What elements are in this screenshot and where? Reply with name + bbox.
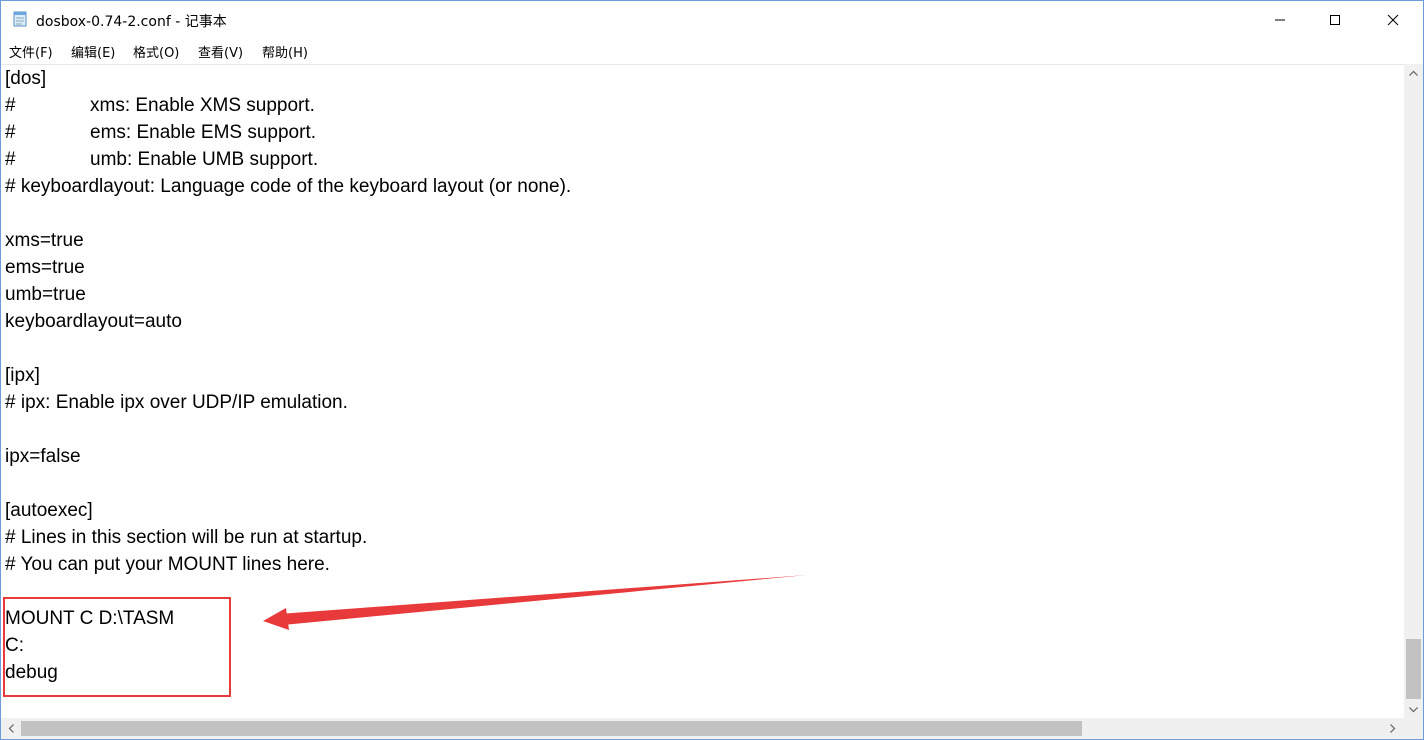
vertical-scrollbar[interactable] <box>1404 64 1423 718</box>
menu-bar: 文件(F) 编辑(E) 格式(O) 查看(V) 帮助(H) <box>1 38 1423 64</box>
menu-view[interactable]: 查看(V) <box>198 42 243 61</box>
horizontal-scroll-thumb[interactable] <box>21 721 1082 736</box>
chevron-left-icon <box>8 724 14 733</box>
scroll-right-button[interactable] <box>1383 720 1402 737</box>
notepad-window: dosbox-0.74-2.conf - 记事本 文件(F) 编辑(E) 格式(… <box>0 0 1424 740</box>
chevron-up-icon <box>1409 70 1418 76</box>
minimize-button[interactable] <box>1251 1 1309 38</box>
notepad-icon <box>13 11 27 27</box>
vertical-scroll-thumb[interactable] <box>1406 639 1421 699</box>
horizontal-scrollbar[interactable] <box>1 718 1404 739</box>
close-icon <box>1387 14 1399 25</box>
minimize-icon <box>1275 19 1285 20</box>
chevron-right-icon <box>1389 724 1395 733</box>
menu-file[interactable]: 文件(F) <box>9 42 53 61</box>
maximize-icon <box>1330 14 1340 25</box>
chevron-down-icon <box>1409 706 1418 712</box>
text-editor[interactable]: [dos] # xms: Enable XMS support. # ems: En… <box>1 64 1404 719</box>
maximize-button[interactable] <box>1306 1 1364 38</box>
close-button[interactable] <box>1364 1 1422 38</box>
scroll-up-button[interactable] <box>1404 64 1423 81</box>
scroll-down-button[interactable] <box>1404 701 1423 718</box>
annotation-arrow <box>263 575 807 630</box>
window-title: dosbox-0.74-2.conf - 记事本 <box>36 14 227 30</box>
scroll-left-button[interactable] <box>1 720 20 737</box>
scrollbar-corner <box>1404 718 1423 739</box>
menu-help[interactable]: 帮助(H) <box>262 42 308 61</box>
annotation-arrow-head <box>263 608 289 630</box>
menu-format[interactable]: 格式(O) <box>133 42 179 61</box>
menu-edit[interactable]: 编辑(E) <box>71 42 115 61</box>
annotation-arrow-shaft <box>279 575 807 625</box>
title-bar[interactable]: dosbox-0.74-2.conf - 记事本 <box>1 1 1423 38</box>
